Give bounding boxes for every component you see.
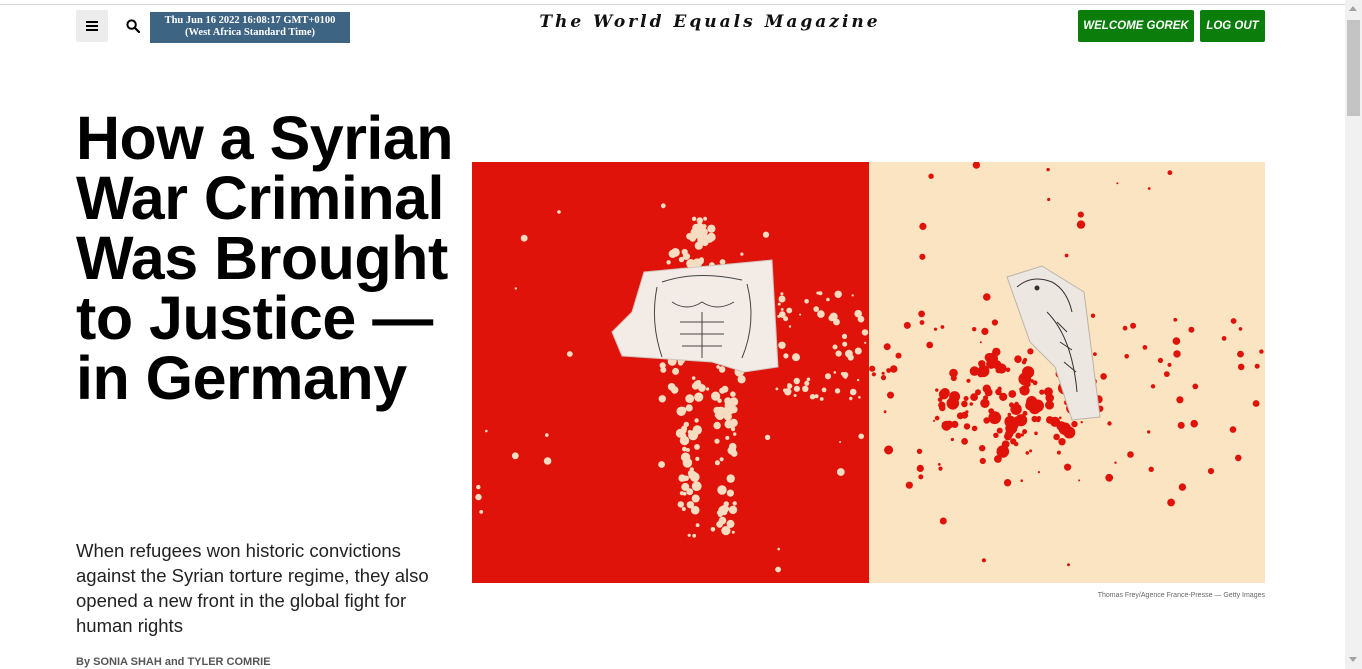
masthead-logo[interactable]: The World Equals Magazine	[520, 12, 900, 32]
datetime-line2: (West Africa Standard Time)	[185, 27, 315, 38]
article-dek: When refugees won historic convictions a…	[76, 540, 429, 636]
hero-illustration	[472, 162, 1265, 583]
article-headline: How a Syrian War Criminal Was Brought to…	[76, 104, 454, 412]
welcome-user-button[interactable]: WELCOME GOREK	[1078, 10, 1194, 42]
hamburger-icon	[86, 19, 98, 33]
menu-button[interactable]	[76, 10, 108, 42]
datetime-display: Thu Jun 16 2022 16:08:17 GMT+0100 (West …	[150, 12, 350, 43]
hero-image	[472, 162, 1265, 583]
datetime-line1: Thu Jun 16 2022 16:08:17 GMT+0100	[164, 15, 336, 26]
byline-authors[interactable]: SONIA SHAH and TYLER COMRIE	[93, 656, 270, 668]
scroll-thumb[interactable]	[1347, 20, 1360, 116]
image-credit: Thomas Frey/Agence France-Presse — Getty…	[1097, 592, 1265, 599]
byline: By SONIA SHAH and TYLER COMRIE	[76, 656, 271, 668]
logout-button[interactable]: LOG OUT	[1200, 10, 1265, 42]
scroll-down-arrow-icon[interactable]	[1349, 657, 1357, 662]
byline-prefix: By	[76, 656, 94, 668]
search-icon	[126, 19, 140, 33]
scroll-up-arrow-icon[interactable]	[1349, 6, 1357, 11]
search-button[interactable]	[122, 14, 144, 38]
top-border	[0, 4, 1345, 5]
